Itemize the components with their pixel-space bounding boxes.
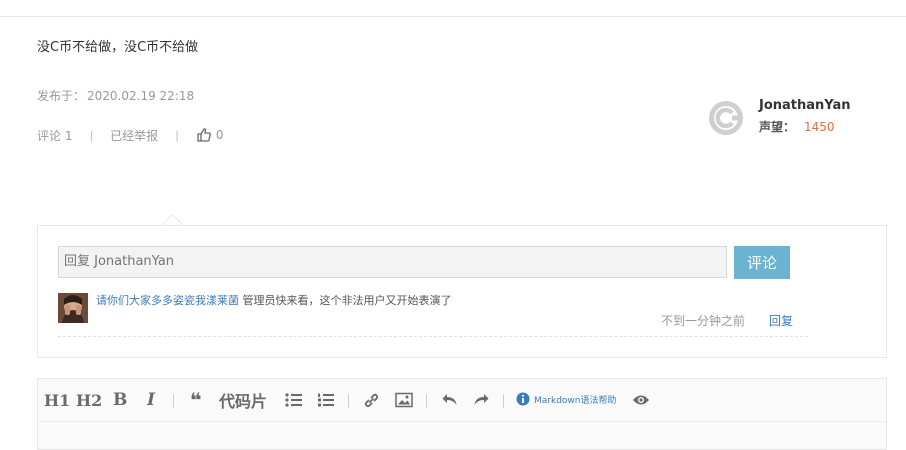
post-title: 没C币不给做，没C币不给做 [37,40,199,55]
submit-comment-button[interactable]: 评论 [734,246,790,279]
comment-time: 不到一分钟之前 [661,314,746,328]
comment-divider [58,336,808,337]
eye-icon [633,395,649,405]
post-date: 发布于： 2020.02.19 22:18 [37,87,194,104]
undo-button[interactable] [441,389,459,411]
link-button[interactable] [363,389,380,411]
undo-icon [442,394,457,405]
toolbar-separator [426,394,427,408]
reputation-value: 1450 [804,120,835,134]
meta-separator: | [175,128,179,142]
post-meta: 评论 1 | 已经举报 | 0 [37,126,224,144]
comments-count-link[interactable]: 评论 1 [37,127,72,144]
comment-text: 请你们大家多多姿瓷我漾莱菌 管理员快来看，这个非法用户又开始表演了 [96,292,452,308]
image-button[interactable] [395,389,413,411]
quote-button[interactable]: ❝ [190,388,202,412]
like-button[interactable]: 0 [196,127,224,143]
markdown-help-label: Markdown语法帮助 [534,395,617,406]
meta-separator: | [89,128,94,142]
posted-time: 2020.02.19 22:18 [87,89,195,103]
editor-toolbar: H1 H2 B I ❝ 代码片 Markdown语法帮助 [38,379,886,422]
code-button[interactable]: 代码片 [219,389,267,411]
preview-button[interactable] [632,389,650,411]
ordered-list-button[interactable] [317,389,335,411]
commenter-avatar[interactable] [58,293,88,323]
like-count: 0 [215,128,224,142]
comment-body: 管理员快来看，这个非法用户又开始表演了 [239,294,452,307]
numbered-list-icon [318,393,334,407]
comment-section: 评论 请你们大家多多姿瓷我漾莱菌 管理员快来看，这个非法用户又开始表演了 不到一… [37,225,887,358]
link-icon [364,393,379,407]
top-divider [0,16,906,17]
italic-button[interactable]: I [147,389,155,411]
posted-label: 发布于： [37,89,86,103]
toolbar-separator [503,394,504,408]
markdown-help-link[interactable]: Markdown语法帮助 [516,392,616,406]
bold-button[interactable]: B [113,389,127,411]
redo-icon [474,394,489,405]
thumbs-up-icon [197,128,211,142]
redo-button[interactable] [472,389,490,411]
reply-input[interactable] [58,246,727,278]
author-reputation: 声望： 1450 [759,118,835,135]
unordered-list-button[interactable] [285,389,303,411]
heading2-button[interactable]: H2 [76,389,102,411]
reputation-label: 声望： [759,120,796,134]
comment-reply-link[interactable]: 回复 [769,312,793,329]
author-avatar-c-logo-icon[interactable] [708,100,744,136]
image-icon [395,392,413,408]
toolbar-separator [348,394,349,408]
heading1-button[interactable]: H1 [44,389,70,411]
markdown-editor: H1 H2 B I ❝ 代码片 Markdown语法帮助 [37,378,887,450]
report-link[interactable]: 已经举报 [110,127,158,144]
info-icon [516,392,530,406]
commenter-name[interactable]: 请你们大家多多姿瓷我漾莱菌 [96,294,239,307]
bullet-list-icon [285,393,302,407]
author-name[interactable]: JonathanYan [759,98,851,113]
toolbar-separator [173,394,174,408]
